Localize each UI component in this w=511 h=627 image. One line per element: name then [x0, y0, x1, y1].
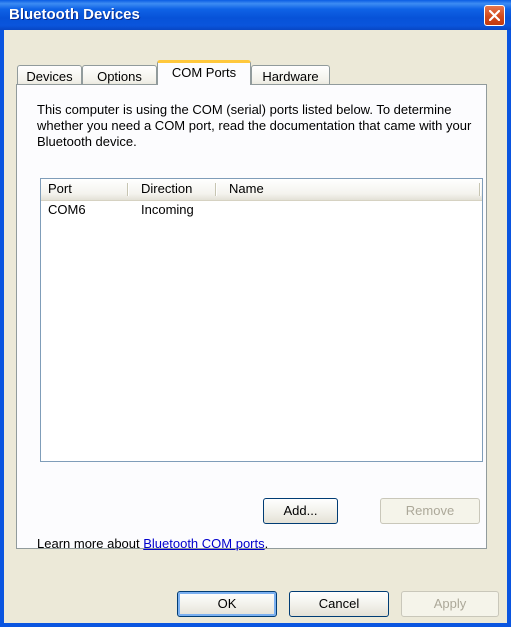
add-button[interactable]: Add... — [263, 498, 338, 524]
tab-hardware-label: Hardware — [262, 69, 319, 84]
direction-cell: Incoming — [141, 202, 194, 217]
add-button-label: Add... — [283, 503, 318, 518]
learn-more-suffix: . — [264, 536, 269, 551]
cancel-button[interactable]: Cancel — [289, 591, 389, 617]
window-title: Bluetooth Devices — [9, 6, 140, 23]
tab-devices-label: Devices — [26, 69, 73, 84]
close-icon — [489, 10, 500, 21]
column-divider[interactable] — [479, 183, 481, 196]
port-cell: COM6 — [48, 202, 86, 217]
close-button[interactable] — [484, 5, 505, 26]
column-divider[interactable] — [127, 183, 129, 196]
title-bar[interactable]: Bluetooth Devices — [0, 0, 511, 30]
list-item[interactable]: COM6 Incoming — [41, 201, 482, 219]
apply-button-label: Apply — [433, 596, 467, 611]
bluetooth-devices-window: Bluetooth Devices Devices Options COM Po… — [0, 0, 511, 627]
tab-com-ports[interactable]: COM Ports — [157, 60, 251, 85]
com-ports-panel: This computer is using the COM (serial) … — [16, 84, 487, 551]
column-header-port[interactable]: Port — [48, 179, 72, 199]
dialog-client-area: Devices Options COM Ports Hardware This … — [4, 30, 507, 623]
apply-button: Apply — [401, 591, 499, 617]
column-header-name[interactable]: Name — [229, 179, 264, 199]
bluetooth-com-ports-link[interactable]: Bluetooth COM ports — [143, 536, 264, 551]
remove-button-label: Remove — [405, 503, 455, 518]
list-header: Port Direction Name — [41, 179, 482, 201]
learn-more-prefix: Learn more about — [37, 536, 144, 551]
learn-more-text: Learn more about Bluetooth COM ports. — [37, 536, 268, 551]
ok-button[interactable]: OK — [177, 591, 277, 617]
remove-button: Remove — [380, 498, 480, 524]
ok-button-label: OK — [217, 596, 237, 611]
com-ports-list[interactable]: Port Direction Name COM6 Incoming — [40, 178, 483, 462]
cancel-button-label: Cancel — [318, 596, 360, 611]
column-divider[interactable] — [215, 183, 217, 196]
tab-options-label: Options — [97, 69, 142, 84]
column-header-direction[interactable]: Direction — [141, 179, 192, 199]
description-text: This computer is using the COM (serial) … — [37, 102, 472, 149]
tab-com-ports-label: COM Ports — [171, 65, 237, 80]
